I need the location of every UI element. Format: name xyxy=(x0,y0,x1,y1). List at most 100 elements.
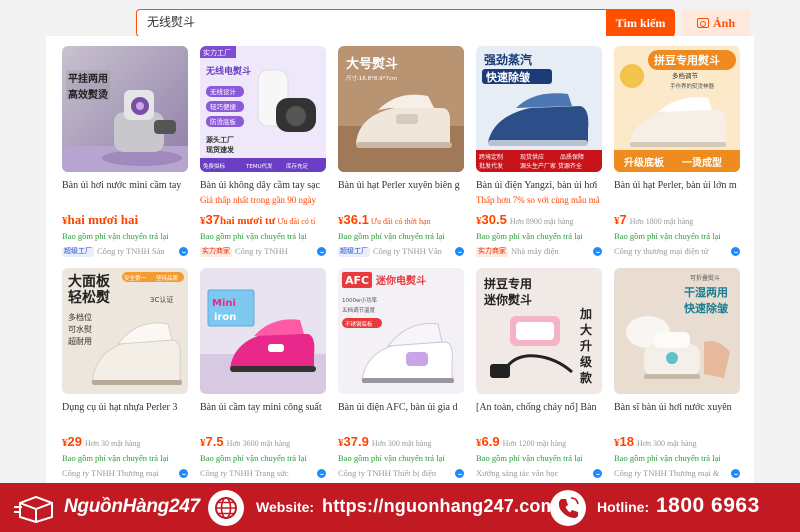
shop-label: Xưởng sáng tác văn học xyxy=(476,468,559,478)
product-title[interactable]: Bàn ủi hơi nước mini cầm tay xyxy=(62,180,188,192)
svg-text:现货速发: 现货速发 xyxy=(206,145,235,154)
shipping-note: Bao gồm phí vận chuyển trả lại xyxy=(614,231,721,241)
chat-icon[interactable] xyxy=(455,247,464,256)
image-search-button[interactable]: Ảnh xyxy=(682,9,750,37)
svg-text:库存充足: 库存充足 xyxy=(286,162,309,170)
product-image[interactable]: 拼豆专用 迷你熨斗 加 大 升 级 款 xyxy=(476,268,602,394)
promo-text xyxy=(338,417,464,428)
price: 7.5 xyxy=(205,434,224,449)
promo-text xyxy=(62,417,188,428)
search-input[interactable]: 无线熨斗 xyxy=(136,9,608,37)
shop-name[interactable]: Công ty thương mại điện tử xyxy=(614,245,740,257)
shop-label: Công ty TNHH Sản xyxy=(97,246,165,256)
website-link[interactable]: https://nguonhang247.com/ xyxy=(322,496,562,517)
product-card[interactable]: 大号熨斗 尺寸:16.8*8.9*7cm Bàn ủi hạt Perler x… xyxy=(338,46,464,257)
svg-text:快速除皱: 快速除皱 xyxy=(683,301,728,315)
product-image[interactable]: 拼豆专用熨斗 多档调节 手作界的熨烫神器 升级底板 一烫成型 xyxy=(614,46,740,172)
sold-count: Hơn 1200 mặt hàng xyxy=(502,439,567,448)
svg-text:不锈钢底板: 不锈钢底板 xyxy=(345,320,373,328)
chat-icon[interactable] xyxy=(455,469,464,478)
supplier-badge: 实力商家 xyxy=(476,247,508,257)
svg-text:3C认证: 3C认证 xyxy=(150,295,173,304)
svg-text:Mini: Mini xyxy=(212,298,236,309)
chat-icon[interactable] xyxy=(179,247,188,256)
product-image[interactable]: AFC 迷你电熨斗 1000w小功率 五档调节温度 不锈钢底板 xyxy=(338,268,464,394)
brand-name: NguồnHàng247 xyxy=(64,496,200,517)
svg-text:坚持品质: 坚持品质 xyxy=(156,274,179,282)
shipping-note: Bao gồm phí vận chuyển trả lại xyxy=(200,453,307,463)
shop-label: Công ty TNHH Thiết bị điện xyxy=(338,468,437,478)
svg-text:迷你熨斗: 迷你熨斗 xyxy=(483,292,532,307)
shop-name[interactable]: 超级工厂 Công ty TNHH Sản xyxy=(62,245,188,257)
shop-label: Nhà máy điện xyxy=(511,246,559,256)
shop-name[interactable]: Công ty TNHH Thương mại xyxy=(62,467,188,479)
product-image[interactable]: 大面板 轻松熨 多档位 可水熨 超耐用 3C认证 安全第一 坚持品质 xyxy=(62,268,188,394)
shop-name[interactable]: 实力商家 Nhà máy điện xyxy=(476,245,602,257)
svg-text:拼豆专用: 拼豆专用 xyxy=(484,276,532,291)
product-card[interactable]: 强劲蒸汽 快速除皱 跨境定制 批发代发 现货供应 品质保障 源头生产厂家 货源齐… xyxy=(476,46,602,257)
sold-count: Hơn 30 mặt hàng xyxy=(84,439,141,448)
chat-icon[interactable] xyxy=(179,469,188,478)
shop-label: Công ty thương mại điện tử xyxy=(614,246,709,256)
product-card[interactable]: Mini iron Bàn ủi cầm tay mini công suất … xyxy=(200,268,326,479)
product-title[interactable]: Bàn ủi điện Yangzi, bàn ủi hơi xyxy=(476,180,602,192)
shop-name[interactable]: Công ty TNHH Trang sức xyxy=(200,467,326,479)
product-image[interactable]: 实力工厂 无线电熨斗 无线设计 轻巧便捷 防烫底板 源头工厂 现货速发 免费拟标… xyxy=(200,46,326,172)
product-image[interactable]: 可折叠熨斗 干湿两用 快速除皱 xyxy=(614,268,740,394)
product-card[interactable]: 可折叠熨斗 干湿两用 快速除皱 Bàn sĩ bàn ủi hơi nước x… xyxy=(614,268,740,479)
shipping-note: Bao gồm phí vận chuyển trả lại xyxy=(338,231,445,241)
price: 7 xyxy=(619,212,627,227)
product-image[interactable]: 强劲蒸汽 快速除皱 跨境定制 批发代发 现货供应 品质保障 源头生产厂家 货源齐… xyxy=(476,46,602,172)
svg-text:多档位: 多档位 xyxy=(68,312,92,322)
svg-text:级: 级 xyxy=(580,354,592,369)
promo-text: Giá thấp nhất trong gần 90 ngày xyxy=(200,195,316,205)
shop-name[interactable]: Công ty TNHH Thương mại & xyxy=(614,467,740,479)
shop-name[interactable]: Công ty TNHH Thiết bị điện xyxy=(338,467,464,479)
shipping-note: Bao gồm phí vận chuyển trả lại xyxy=(200,231,307,241)
product-image[interactable]: Mini iron xyxy=(200,268,326,394)
product-card[interactable]: 平挂两用 高效熨烫 Bàn ủi hơi nước mini cầm tay ¥… xyxy=(62,46,188,257)
svg-text:大面板: 大面板 xyxy=(68,273,111,290)
svg-text:快速除皱: 快速除皱 xyxy=(485,70,530,84)
product-card[interactable]: 拼豆专用熨斗 多档调节 手作界的熨烫神器 升级底板 一烫成型 Bàn ủi hạ… xyxy=(614,46,740,257)
chat-icon[interactable] xyxy=(731,469,740,478)
svg-text:大: 大 xyxy=(580,322,592,337)
product-image[interactable]: 平挂两用 高效熨烫 xyxy=(62,46,188,172)
product-title[interactable]: Bàn ủi hạt Perler, bàn ủi lớn m xyxy=(614,180,740,192)
svg-text:高效熨烫: 高效熨烫 xyxy=(68,88,109,101)
product-title[interactable]: Bàn ủi không dây cầm tay sạc xyxy=(200,180,326,192)
promo-text xyxy=(338,195,464,206)
svg-text:无线设计: 无线设计 xyxy=(210,87,237,96)
chat-icon[interactable] xyxy=(317,469,326,478)
product-title[interactable]: Bàn sĩ bàn ủi hơi nước xuyên xyxy=(614,402,740,414)
chat-icon[interactable] xyxy=(731,247,740,256)
price-line: ¥30.5 Hơn 8900 mặt hàng xyxy=(476,211,602,229)
search-button[interactable]: Tìm kiếm xyxy=(606,9,675,37)
shop-name[interactable]: 超级工厂 Công ty TNHH Văn xyxy=(338,245,464,257)
product-card[interactable]: 拼豆专用 迷你熨斗 加 大 升 级 款 [An toàn, chống cháy… xyxy=(476,268,602,479)
chat-icon[interactable] xyxy=(593,469,602,478)
sold-count: Hơn 3600 mặt hàng xyxy=(226,439,291,448)
product-image[interactable]: 大号熨斗 尺寸:16.8*8.9*7cm xyxy=(338,46,464,172)
shop-label: Công ty TNHH Văn xyxy=(373,246,442,256)
product-card[interactable]: AFC 迷你电熨斗 1000w小功率 五档调节温度 不锈钢底板 Bàn ủi đ… xyxy=(338,268,464,479)
svg-text:TEMU代发: TEMU代发 xyxy=(245,162,273,170)
svg-text:可折叠熨斗: 可折叠熨斗 xyxy=(690,274,720,282)
product-title[interactable]: Bàn ủi hạt Perler xuyên biên g xyxy=(338,180,464,192)
price-suffix: hai mươi tư xyxy=(219,215,276,227)
product-title[interactable]: Bàn ủi cầm tay mini công suất xyxy=(200,402,326,414)
product-title[interactable]: Dụng cụ ủi hạt nhựa Perler 3 xyxy=(62,402,188,414)
product-card[interactable]: 实力工厂 无线电熨斗 无线设计 轻巧便捷 防烫底板 源头工厂 现货速发 免费拟标… xyxy=(200,46,326,257)
svg-text:加: 加 xyxy=(579,306,592,321)
hotline-number[interactable]: 1800 6963 xyxy=(656,494,760,518)
chat-icon[interactable] xyxy=(317,247,326,256)
product-title[interactable]: [An toàn, chống cháy nổ] Bàn xyxy=(476,402,602,414)
product-title[interactable]: Bàn ủi điện AFC, bàn ủi gia d xyxy=(338,402,464,414)
product-card[interactable]: 大面板 轻松熨 多档位 可水熨 超耐用 3C认证 安全第一 坚持品质 Dụng … xyxy=(62,268,188,479)
shop-name[interactable]: 实力商家 Công ty TNHH xyxy=(200,245,326,257)
supplier-badge: 实力商家 xyxy=(200,247,232,257)
chat-icon[interactable] xyxy=(593,247,602,256)
shop-name[interactable]: Xưởng sáng tác văn học xyxy=(476,467,602,479)
svg-text:源头工厂: 源头工厂 xyxy=(206,135,234,144)
price-line: ¥hai mươi hai xyxy=(62,211,188,229)
